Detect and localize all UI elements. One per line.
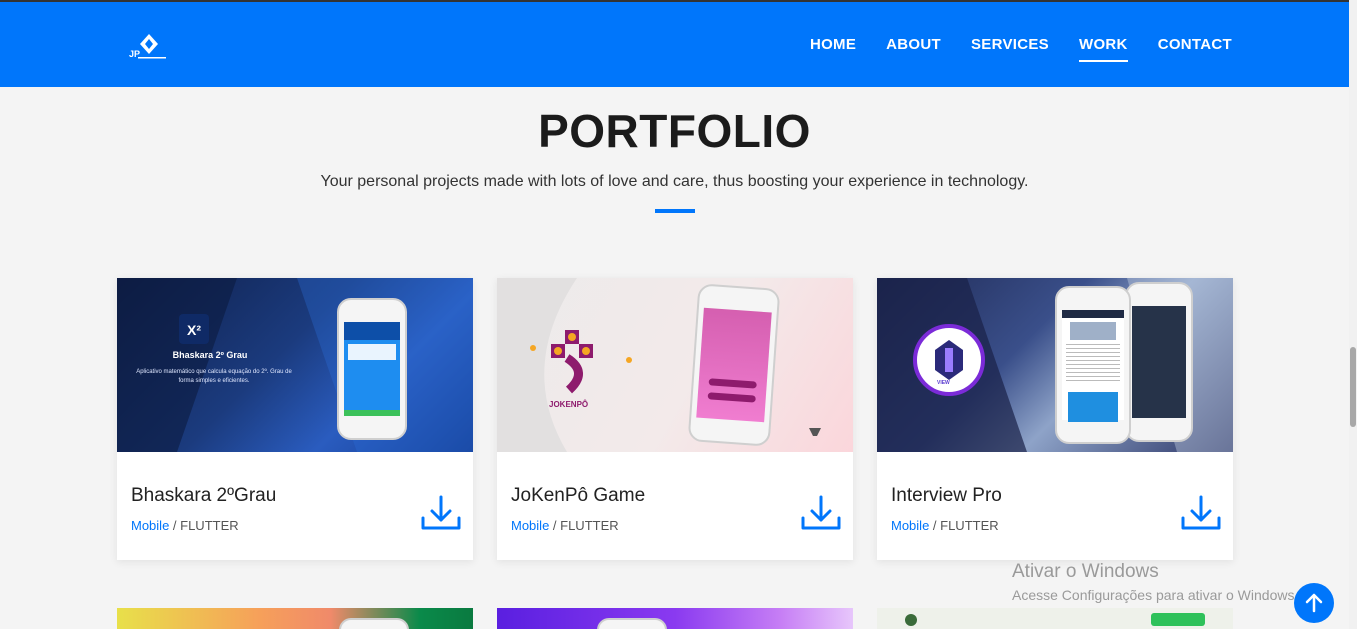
card-image-heading: Bhaskara 2º Grau — [172, 350, 248, 360]
scrollbar-thumb[interactable] — [1350, 347, 1356, 427]
card-meta-separator: / — [929, 518, 941, 533]
phone-mockup — [337, 298, 407, 440]
portfolio-card-row2-2[interactable] — [497, 608, 853, 629]
card-title[interactable]: Interview Pro — [891, 485, 1002, 507]
card-image-bhaskara: X² Bhaskara 2º Grau Aplicativo matemátic… — [117, 278, 473, 452]
portfolio-card-row2-1[interactable] — [117, 608, 473, 629]
phone-screen — [1062, 310, 1124, 422]
portfolio-card-jokenpo[interactable]: JOKENPÔ JoKenPô Game Mobile / FLUTTER — [497, 278, 853, 560]
card-tech: FLUTTER — [940, 518, 999, 533]
download-icon[interactable] — [1180, 494, 1222, 534]
download-icon[interactable] — [420, 494, 462, 534]
card-meta-separator: / — [549, 518, 561, 533]
watermark-line2: Acesse Configurações para ativar o Windo… — [1012, 587, 1299, 603]
card-image-interview-pro: VIEW — [877, 278, 1233, 452]
nav-menu: HOME ABOUT SERVICES WORK CONTACT — [810, 36, 1232, 62]
card-title[interactable]: Bhaskara 2ºGrau — [131, 485, 276, 507]
phone-mockup — [1125, 282, 1193, 442]
back-to-top-button[interactable] — [1294, 583, 1334, 623]
arrow-up-icon — [1305, 593, 1323, 613]
card-meta: Mobile / FLUTTER — [131, 518, 239, 533]
card-category-link[interactable]: Mobile — [131, 518, 169, 533]
card-tech: FLUTTER — [560, 518, 619, 533]
page-scrollbar[interactable] — [1349, 0, 1357, 629]
card-image-heading: JOKENPÔ — [549, 400, 589, 409]
portfolio-card-interview-pro[interactable]: VIEW Interview Pro Mobile / FLUTTER — [877, 278, 1233, 560]
nav-home-link[interactable]: HOME — [810, 36, 856, 59]
watermark-line1: Ativar o Windows — [1012, 561, 1159, 582]
download-icon[interactable] — [800, 494, 842, 534]
portfolio-card-bhaskara[interactable]: X² Bhaskara 2º Grau Aplicativo matemátic… — [117, 278, 473, 560]
card-meta: Mobile / FLUTTER — [891, 518, 999, 533]
card-meta: Mobile / FLUTTER — [511, 518, 619, 533]
phone-screen — [696, 307, 772, 423]
card-tech: FLUTTER — [180, 518, 239, 533]
page-subtitle: Your personal projects made with lots of… — [320, 173, 1029, 190]
title-underline — [655, 209, 695, 213]
nav-services-link[interactable]: SERVICES — [971, 36, 1049, 59]
nav-work-link[interactable]: WORK — [1078, 36, 1128, 62]
phone-screen — [344, 322, 400, 416]
card-meta-separator: / — [169, 518, 181, 533]
nav-contact-link[interactable]: CONTACT — [1158, 36, 1232, 59]
jp-logo-icon[interactable]: JP — [124, 32, 170, 62]
portfolio-card-row2-3[interactable] — [877, 608, 1233, 629]
card-image-heading: VIEW — [937, 380, 950, 386]
page-title: PORTFOLIO — [538, 105, 811, 157]
windows-activation-watermark: Ativar o Windows Acesse Configurações pa… — [1012, 561, 1298, 603]
phone-mockup — [339, 618, 409, 629]
card-image-description: Aplicativo matemático que calcula equaçã… — [136, 369, 292, 384]
navbar: JP HOME ABOUT SERVICES WORK CONTACT — [0, 2, 1357, 87]
svg-text:X²: X² — [187, 322, 201, 338]
download-app-button — [1151, 613, 1205, 626]
card-category-link[interactable]: Mobile — [891, 518, 929, 533]
phone-screen — [1132, 306, 1186, 418]
phone-mockup — [687, 283, 781, 447]
globe-icon — [905, 614, 917, 626]
phone-mockup — [1055, 286, 1131, 444]
nav-about-link[interactable]: ABOUT — [886, 36, 941, 59]
card-image-art: X² — [117, 278, 473, 452]
phone-mockup — [597, 618, 667, 629]
card-image-art — [497, 278, 821, 452]
card-image-jokenpo: JOKENPÔ — [497, 278, 853, 452]
card-category-link[interactable]: Mobile — [511, 518, 549, 533]
card-title[interactable]: JoKenPô Game — [511, 485, 645, 507]
